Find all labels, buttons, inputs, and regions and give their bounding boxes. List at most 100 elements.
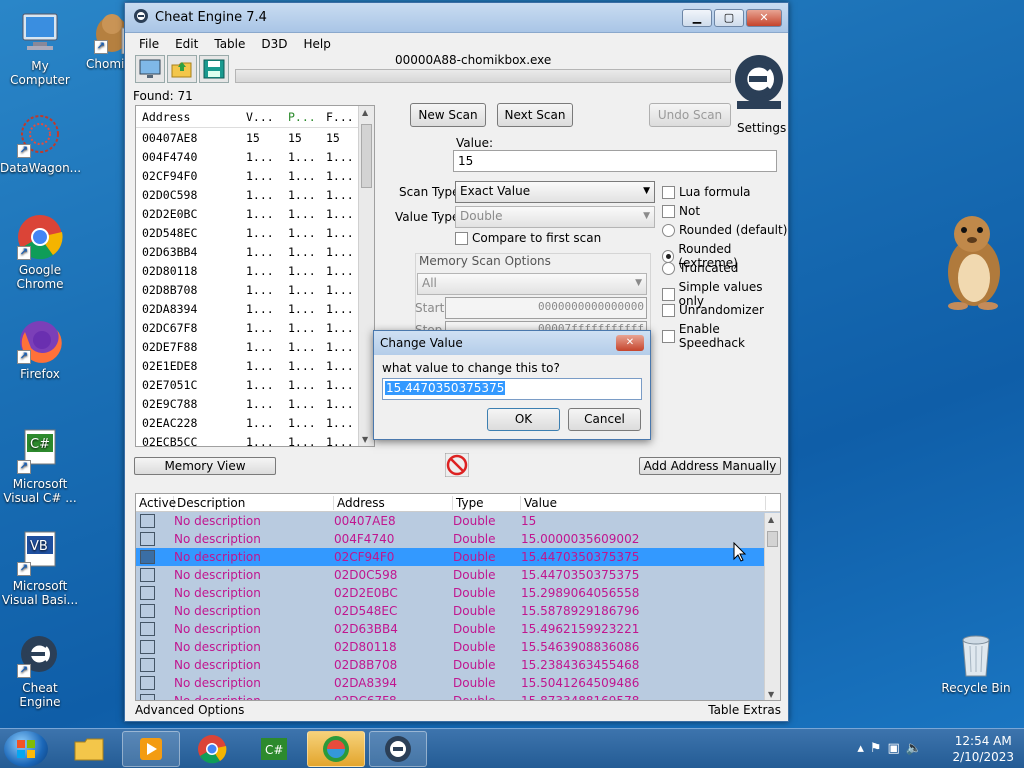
- next-scan-button[interactable]: Next Scan: [497, 103, 573, 127]
- desktop-icon-firefox[interactable]: ↗ Firefox: [0, 318, 80, 381]
- taskbar-chomikbox[interactable]: [307, 731, 365, 767]
- table-row[interactable]: No description 02D548EC Double 15.587892918…: [136, 602, 780, 620]
- result-row[interactable]: 02DC67F8 1... 1... 1...: [136, 318, 374, 337]
- result-row[interactable]: 02ECB5CC 1... 1... 1...: [136, 432, 374, 447]
- active-checkbox-cell[interactable]: [136, 640, 174, 654]
- col-description[interactable]: Description: [174, 495, 334, 510]
- minimize-button[interactable]: ▁: [682, 9, 712, 27]
- result-row[interactable]: 02D80118 1... 1... 1...: [136, 261, 374, 280]
- add-address-manually-button[interactable]: Add Address Manually: [639, 457, 781, 475]
- active-checkbox[interactable]: [140, 568, 155, 582]
- result-row[interactable]: 00407AE8 15 15 15: [136, 128, 374, 147]
- taskbar-visual-csharp[interactable]: C#: [245, 731, 303, 767]
- unrandomizer-checkbox[interactable]: Unrandomizer: [662, 303, 764, 317]
- active-checkbox-cell[interactable]: [136, 586, 174, 600]
- table-row[interactable]: No description 004F4740 Double 15.000003560…: [136, 530, 780, 548]
- active-checkbox[interactable]: [140, 586, 155, 600]
- scan-type-select[interactable]: Exact Value ▼: [455, 181, 655, 203]
- open-process-button[interactable]: [135, 55, 165, 83]
- col-address[interactable]: Address: [136, 110, 240, 124]
- active-checkbox-cell[interactable]: [136, 622, 174, 636]
- result-row[interactable]: 02D2E0BC 1... 1... 1...: [136, 204, 374, 223]
- desktop-icon-datawagon[interactable]: ↗ DataWagon...: [0, 112, 81, 175]
- active-checkbox-cell[interactable]: [136, 532, 174, 546]
- col-address[interactable]: Address: [334, 495, 453, 510]
- active-checkbox[interactable]: [140, 694, 155, 700]
- table-row[interactable]: No description 02D2E0BC Double 15.298906405…: [136, 584, 780, 602]
- close-button[interactable]: ✕: [746, 9, 782, 27]
- memory-view-button[interactable]: Memory View: [134, 457, 276, 475]
- desktop-icon-chrome[interactable]: ↗ Google Chrome: [0, 214, 80, 291]
- col-type[interactable]: Type: [453, 495, 521, 510]
- desktop-icon-chomik[interactable]: ↗ Chomik: [70, 8, 126, 71]
- menu-table[interactable]: Table: [206, 37, 253, 51]
- result-row[interactable]: 02E9C788 1... 1... 1...: [136, 394, 374, 413]
- table-row[interactable]: No description 02D80118 Double 15.546390883…: [136, 638, 780, 656]
- scan-results-list[interactable]: Address V... P... F... 00407AE8 15 15 15 004…: [135, 105, 375, 447]
- undo-scan-button[interactable]: Undo Scan: [649, 103, 731, 127]
- active-checkbox-cell[interactable]: [136, 658, 174, 672]
- col-previous[interactable]: P...: [282, 110, 320, 124]
- menu-d3d[interactable]: D3D: [253, 37, 295, 51]
- taskbar-chrome[interactable]: [183, 731, 241, 767]
- active-checkbox-cell[interactable]: [136, 568, 174, 582]
- desktop-icon-visual-basic[interactable]: VB ↗ Microsoft Visual Basi...: [0, 530, 80, 607]
- result-row[interactable]: 02EAC228 1... 1... 1...: [136, 413, 374, 432]
- taskbar-media-player[interactable]: [122, 731, 180, 767]
- menu-help[interactable]: Help: [296, 37, 339, 51]
- address-table-scrollbar[interactable]: ▲ ▼: [764, 513, 780, 700]
- speedhack-checkbox[interactable]: Enable Speedhack: [662, 322, 788, 350]
- value-type-select[interactable]: Double ▼: [455, 206, 655, 228]
- cancel-button[interactable]: Cancel: [568, 408, 641, 431]
- menu-edit[interactable]: Edit: [167, 37, 206, 51]
- address-table[interactable]: Active Description Address Type Value No…: [135, 493, 781, 701]
- col-first[interactable]: F...: [320, 110, 360, 124]
- result-row[interactable]: 02D548EC 1... 1... 1...: [136, 223, 374, 242]
- active-checkbox-cell[interactable]: [136, 550, 174, 564]
- clock[interactable]: 12:54 AM 2/10/2023: [952, 733, 1014, 765]
- network-icon[interactable]: ▣: [888, 741, 906, 756]
- open-file-button[interactable]: [167, 55, 197, 83]
- table-extras-link[interactable]: Table Extras: [708, 703, 781, 717]
- result-row[interactable]: 02E1EDE8 1... 1... 1...: [136, 356, 374, 375]
- result-row[interactable]: 02D8B708 1... 1... 1...: [136, 280, 374, 299]
- active-checkbox[interactable]: [140, 514, 155, 528]
- advanced-options-link[interactable]: Advanced Options: [135, 703, 244, 717]
- active-checkbox[interactable]: [140, 532, 155, 546]
- rounded-default-radio[interactable]: Rounded (default): [662, 223, 787, 237]
- system-tray-icons[interactable]: ▴⚑▣🔈: [857, 741, 928, 756]
- start-button[interactable]: [4, 731, 48, 767]
- cheat-engine-logo-settings[interactable]: [733, 51, 785, 113]
- table-row[interactable]: No description 02CF94F0 Double 15.447035037…: [136, 548, 780, 566]
- col-active[interactable]: Active: [136, 495, 176, 510]
- active-checkbox-cell[interactable]: [136, 604, 174, 618]
- result-row[interactable]: 02D63BB4 1... 1... 1...: [136, 242, 374, 261]
- settings-label[interactable]: Settings: [737, 121, 786, 135]
- result-row[interactable]: 004F4740 1... 1... 1...: [136, 147, 374, 166]
- stop-icon[interactable]: [444, 452, 470, 478]
- taskbar-cheat-engine[interactable]: [369, 731, 427, 767]
- compare-first-checkbox[interactable]: Compare to first scan: [455, 231, 601, 245]
- active-checkbox[interactable]: [140, 550, 155, 564]
- not-checkbox[interactable]: Not: [662, 204, 700, 218]
- save-button[interactable]: [199, 55, 229, 83]
- active-checkbox-cell[interactable]: [136, 694, 174, 700]
- table-row[interactable]: No description 02D8B708 Double 15.238436345…: [136, 656, 780, 674]
- start-address-input[interactable]: 0000000000000000: [445, 297, 647, 319]
- table-row[interactable]: No description 00407AE8 Double 15: [136, 512, 780, 530]
- active-checkbox[interactable]: [140, 640, 155, 654]
- show-hidden-icons-icon[interactable]: ▴: [857, 741, 870, 756]
- desktop-icon-visual-csharp[interactable]: C# ↗ Microsoft Visual C# ...: [0, 428, 80, 505]
- result-row[interactable]: 02DE7F88 1... 1... 1...: [136, 337, 374, 356]
- result-row[interactable]: 02DA8394 1... 1... 1...: [136, 299, 374, 318]
- active-checkbox[interactable]: [140, 604, 155, 618]
- maximize-button[interactable]: ▢: [714, 9, 744, 27]
- dialog-title-bar[interactable]: Change Value: [374, 331, 650, 355]
- dialog-close-button[interactable]: ✕: [616, 335, 644, 351]
- desktop-icon-cheat-engine[interactable]: ↗ Cheat Engine: [0, 632, 80, 709]
- taskbar-explorer[interactable]: [60, 731, 118, 767]
- results-scrollbar[interactable]: ▲ ▼: [358, 106, 374, 446]
- table-row[interactable]: No description 02D0C598 Double 15.447035037…: [136, 566, 780, 584]
- result-row[interactable]: 02CF94F0 1... 1... 1...: [136, 166, 374, 185]
- result-row[interactable]: 02E7051C 1... 1... 1...: [136, 375, 374, 394]
